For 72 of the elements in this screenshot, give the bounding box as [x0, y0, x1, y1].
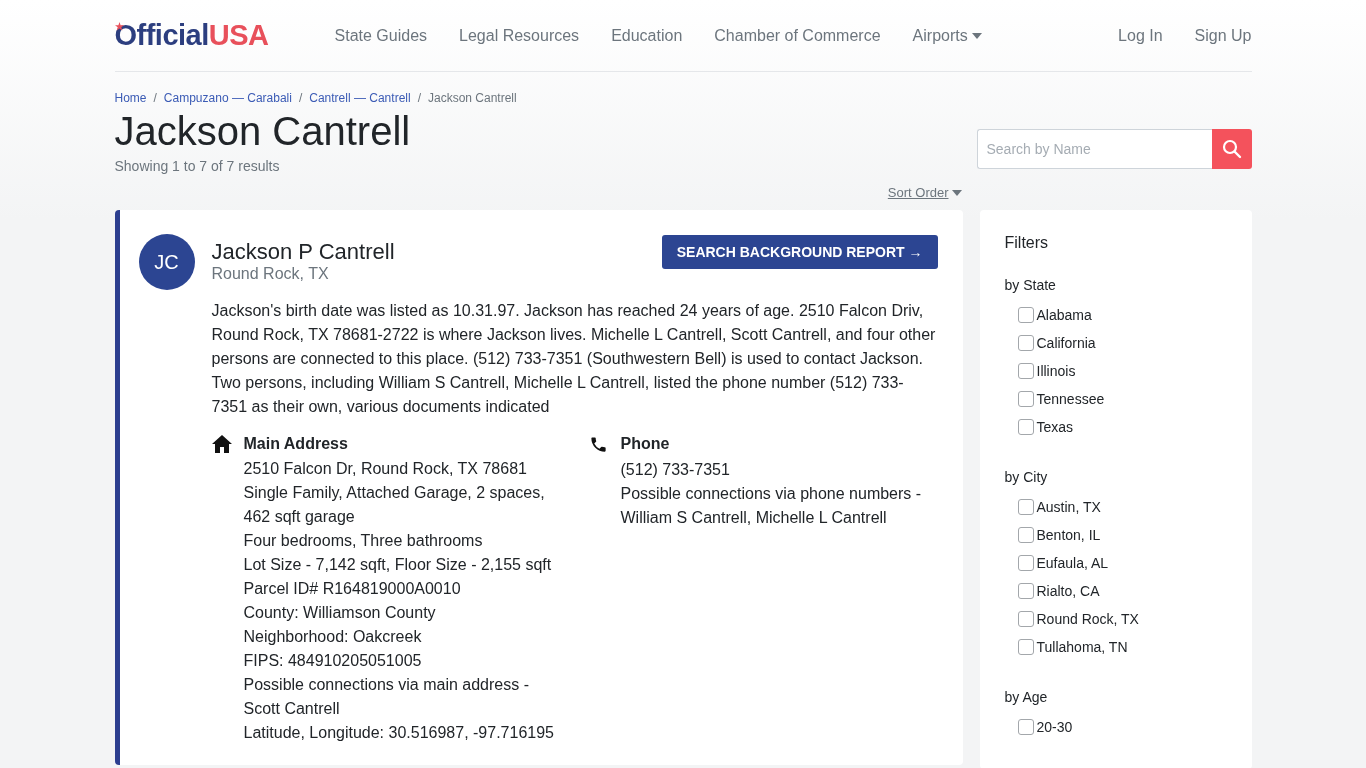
checkbox[interactable]: [1017, 719, 1034, 735]
filter-label[interactable]: Rialto, CA: [1036, 583, 1100, 599]
search-field[interactable]: Search by Name: [976, 129, 1212, 169]
detail-line: Latitude, Longitude: 30.516987, -97.716195: [243, 723, 555, 743]
star-icon: [114, 22, 124, 31]
checkbox[interactable]: [1017, 419, 1034, 435]
background-report-button[interactable]: SEARCH BACKGROUND REPORT →: [661, 235, 938, 269]
filter-label[interactable]: Austin, TX: [1036, 499, 1101, 515]
nav-link[interactable]: Chamber of Commerce: [714, 26, 881, 45]
detail-line: FIPS: 484910205051005: [243, 651, 423, 671]
checkbox[interactable]: [1017, 583, 1034, 599]
checkbox[interactable]: [1017, 611, 1034, 627]
filter-label[interactable]: Tennessee: [1036, 391, 1105, 407]
detail-line: 2510 Falcon Dr, Round Rock, TX 78681: [243, 459, 528, 479]
detail-line: (512) 733-7351: [620, 460, 731, 480]
breadcrumb-link[interactable]: Cantrell — Cantrell: [309, 91, 411, 105]
home-icon: [211, 435, 232, 453]
checkbox[interactable]: [1017, 335, 1034, 351]
nav-link[interactable]: State Guides: [334, 26, 428, 45]
filter-group-heading: by State: [1004, 277, 1057, 293]
filter-group-heading: by City: [1004, 469, 1049, 485]
phone-icon: [588, 435, 608, 454]
filter-label[interactable]: Illinois: [1036, 363, 1076, 379]
checkbox[interactable]: [1017, 307, 1034, 323]
breadcrumb-link[interactable]: Campuzano — Carabali: [163, 91, 292, 105]
filter-label[interactable]: Eufaula, AL: [1036, 555, 1109, 571]
filter-label[interactable]: Tullahoma, TN: [1036, 639, 1128, 655]
detail-line: Possible connections via phone numbers - William S Cantrell, Michelle L Cantrell: [620, 484, 923, 528]
detail-line: Single Family, Attached Garage, 2 spaces, 462 sqft garage: [243, 483, 546, 527]
nav-link[interactable]: Legal Resources: [459, 26, 580, 45]
filter-label[interactable]: California: [1036, 335, 1096, 351]
filter-label[interactable]: 20-30: [1036, 719, 1073, 735]
checkbox[interactable]: [1017, 391, 1034, 407]
page-title: Jackson Cantrell: [114, 109, 412, 154]
breadcrumb-separator: /: [298, 91, 303, 105]
nav-link[interactable]: Education: [611, 26, 683, 45]
summary-text: Jackson's birth date was listed as 10.31.97. Jackson has reached 24 years of age. 2510 Falcon Driv, Round Rock, TX 78681-2722 is where Jackson lives. Michelle L Cantrell, Scott Cantrell, and four other persons are connected to this place. (512) 733-7351 (Southwestern Bell) is used to contact Jackson. Two persons, including William S Cantrell, Michelle L Cantrell, listed the phone number (512) 733-7351 as their own, various documents indicated: [211, 301, 937, 417]
person-name[interactable]: Jackson P Cantrell: [211, 239, 395, 265]
account-link[interactable]: Log In: [1118, 26, 1163, 45]
breadcrumb-separator: /: [417, 91, 421, 105]
breadcrumb-separator: /: [153, 91, 157, 105]
section-heading: Main Address: [243, 434, 349, 454]
checkbox[interactable]: [1017, 363, 1034, 379]
detail-line: Lot Size - 7,142 sqft, Floor Size - 2,155 sqft: [243, 555, 553, 575]
sort-order-link[interactable]: Sort Order: [887, 185, 962, 200]
caret-icon: [951, 189, 962, 196]
filter-label[interactable]: Round Rock, TX: [1036, 611, 1139, 627]
avatar: JC: [138, 234, 195, 290]
search-icon: [1221, 139, 1242, 159]
account-link[interactable]: Sign Up: [1194, 26, 1252, 45]
checkbox[interactable]: [1017, 527, 1034, 543]
logo[interactable]: OfficialUSA: [114, 19, 269, 52]
checkbox[interactable]: [1017, 555, 1034, 571]
result-count: Showing 1 to 7 of 7 results: [114, 158, 281, 174]
detail-line: Four bedrooms, Three bathrooms: [243, 531, 484, 551]
search-button[interactable]: [1211, 129, 1252, 169]
filter-label[interactable]: Benton, IL: [1036, 527, 1101, 543]
detail-line: County: Williamson County: [243, 603, 437, 623]
checkbox[interactable]: [1017, 639, 1034, 655]
detail-line: Neighborhood: Oakcreek: [243, 627, 423, 647]
breadcrumb-current: Jackson Cantrell: [428, 91, 517, 105]
filter-label[interactable]: Texas: [1036, 419, 1074, 435]
section-heading: Phone: [620, 434, 671, 454]
filter-group-heading: by Age: [1004, 689, 1049, 705]
filters-title: Filters: [1004, 234, 1050, 252]
checkbox[interactable]: [1017, 499, 1034, 515]
breadcrumb-link[interactable]: Home: [114, 91, 147, 105]
detail-line: Parcel ID# R164819000A0010: [243, 579, 462, 599]
detail-line: Possible connections via main address - Scott Cantrell: [243, 675, 530, 719]
filter-label[interactable]: Alabama: [1036, 307, 1092, 323]
person-location: Round Rock, TX: [211, 265, 330, 283]
nav-link[interactable]: Airports: [912, 26, 982, 45]
